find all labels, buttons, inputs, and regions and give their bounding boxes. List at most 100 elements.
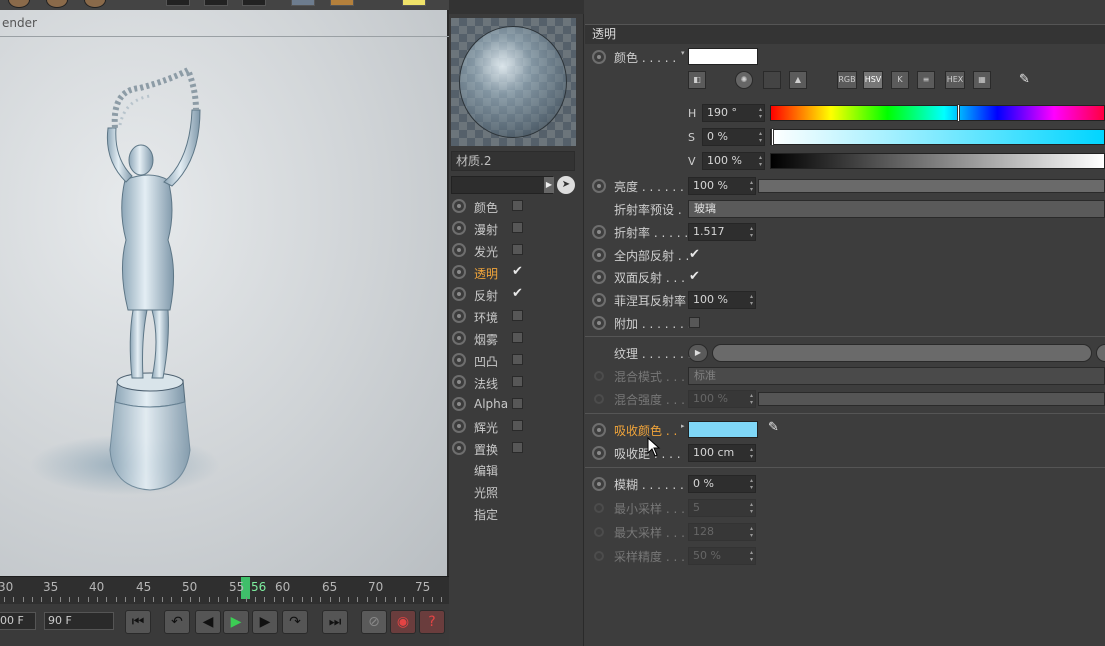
channel-checkbox[interactable]: ✔ bbox=[512, 265, 523, 278]
color-wheel-toggle-icon[interactable]: ◧ bbox=[688, 71, 706, 89]
channel-item[interactable]: 环境 bbox=[449, 305, 584, 327]
previous-key-button[interactable]: ↶ bbox=[164, 610, 190, 634]
channel-radio[interactable] bbox=[452, 287, 466, 301]
color-expand-icon[interactable]: ▾ bbox=[681, 49, 685, 57]
blend-strength-animate-radio[interactable] bbox=[594, 394, 604, 404]
channel-radio[interactable] bbox=[452, 221, 466, 235]
toolbar-camera-icon[interactable] bbox=[166, 0, 190, 6]
color-gradient-icon[interactable] bbox=[763, 71, 781, 89]
channel-radio[interactable] bbox=[452, 265, 466, 279]
channel-checkbox[interactable] bbox=[512, 376, 523, 387]
channel-item[interactable]: 颜色 bbox=[449, 195, 584, 217]
channel-item[interactable]: 烟雾 bbox=[449, 327, 584, 349]
channel-item[interactable]: Alpha bbox=[449, 393, 584, 415]
max-samples-animate-radio[interactable] bbox=[594, 527, 604, 537]
color-image-icon[interactable]: ▲ bbox=[789, 71, 807, 89]
blur-field[interactable]: 0 % bbox=[688, 475, 756, 493]
toolbar-render-settings-icon[interactable] bbox=[84, 0, 106, 8]
channel-radio[interactable] bbox=[452, 375, 466, 389]
toolbar-deformer-icon[interactable] bbox=[330, 0, 354, 6]
hue-field[interactable]: 190 ° bbox=[702, 104, 765, 122]
next-frame-button[interactable]: ▶ bbox=[252, 610, 278, 634]
ior-animate-radio[interactable] bbox=[592, 225, 606, 239]
channel-radio[interactable] bbox=[452, 419, 466, 433]
help-button[interactable]: ? bbox=[419, 610, 445, 634]
max-samples-field[interactable]: 128 bbox=[688, 523, 756, 541]
timeline[interactable]: 30 35 40 45 50 55 56 60 65 70 75 bbox=[0, 576, 449, 604]
additive-animate-radio[interactable] bbox=[592, 316, 606, 330]
brightness-animate-radio[interactable] bbox=[592, 179, 606, 193]
channel-checkbox[interactable] bbox=[512, 332, 523, 343]
total-internal-animate-radio[interactable] bbox=[592, 248, 606, 262]
channel-item[interactable]: 凹凸 bbox=[449, 349, 584, 371]
hue-slider[interactable] bbox=[770, 104, 1105, 122]
color-spectrum-icon[interactable]: ✺ bbox=[735, 71, 753, 89]
channel-radio[interactable] bbox=[452, 441, 466, 455]
start-frame-field[interactable]: 00 F bbox=[0, 612, 36, 630]
kelvin-mode-button[interactable]: K bbox=[891, 71, 909, 89]
record-settings-button[interactable]: ⊘ bbox=[361, 610, 387, 634]
channel-item[interactable]: 反射 ✔ bbox=[449, 283, 584, 305]
hsv-mode-button[interactable]: HSV bbox=[863, 71, 883, 89]
channel-item[interactable]: 发光 bbox=[449, 239, 584, 261]
saturation-slider-handle[interactable] bbox=[771, 128, 774, 146]
value-field[interactable]: 100 % bbox=[702, 152, 765, 170]
channel-checkbox[interactable]: ✔ bbox=[512, 287, 523, 300]
channel-radio[interactable] bbox=[452, 243, 466, 257]
toolbar-render-view-icon[interactable] bbox=[46, 0, 68, 8]
play-button[interactable]: ▶ bbox=[223, 610, 249, 634]
color-swatch[interactable] bbox=[688, 48, 758, 65]
go-to-end-button[interactable]: ⏭ bbox=[322, 610, 348, 634]
blend-mode-dropdown[interactable]: 标准 bbox=[688, 367, 1105, 385]
channel-item[interactable]: 置换 bbox=[449, 437, 584, 459]
eyedropper-icon[interactable]: ✎ bbox=[1019, 72, 1035, 88]
double-sided-checkbox[interactable]: ✔ bbox=[689, 270, 700, 283]
blend-strength-slider[interactable] bbox=[758, 392, 1105, 406]
absorption-distance-field[interactable]: 100 cm bbox=[688, 444, 756, 462]
channel-checkbox[interactable] bbox=[512, 420, 523, 431]
toolbar-light-icon[interactable] bbox=[204, 0, 228, 6]
cursor-icon[interactable]: ➤ bbox=[557, 176, 575, 194]
additive-checkbox[interactable] bbox=[689, 317, 700, 328]
material-name[interactable]: 材质.2 bbox=[451, 151, 575, 171]
brightness-slider[interactable] bbox=[758, 179, 1105, 193]
channel-radio[interactable] bbox=[452, 353, 466, 367]
record-button[interactable]: ◉ bbox=[390, 610, 416, 634]
blend-mode-animate-radio[interactable] bbox=[594, 371, 604, 381]
absorption-expand-icon[interactable]: ▸ bbox=[681, 422, 685, 430]
toolbar-render-icon[interactable] bbox=[8, 0, 30, 8]
material-preview[interactable] bbox=[451, 18, 576, 146]
next-key-button[interactable]: ↷ bbox=[282, 610, 308, 634]
rgb-mode-button[interactable]: RGB bbox=[837, 71, 857, 89]
channel-checkbox[interactable] bbox=[512, 244, 523, 255]
channel-checkbox[interactable] bbox=[512, 354, 523, 365]
blend-strength-field[interactable]: 100 % bbox=[688, 390, 756, 408]
filter-arrow-icon[interactable]: ▶ bbox=[544, 177, 554, 193]
toolbar-scene-icon[interactable] bbox=[242, 0, 266, 6]
accuracy-animate-radio[interactable] bbox=[594, 551, 604, 561]
go-to-start-button[interactable]: ⏮ bbox=[125, 610, 151, 634]
swatch-grid-icon[interactable]: ▦ bbox=[973, 71, 991, 89]
saturation-slider[interactable] bbox=[770, 128, 1105, 146]
channel-item[interactable]: 漫射 bbox=[449, 217, 584, 239]
channel-checkbox[interactable] bbox=[512, 442, 523, 453]
channel-checkbox[interactable] bbox=[512, 310, 523, 321]
channel-checkbox[interactable] bbox=[512, 398, 523, 409]
channel-radio[interactable] bbox=[452, 309, 466, 323]
color-mixer-icon[interactable]: ≡ bbox=[917, 71, 935, 89]
brightness-field[interactable]: 100 % bbox=[688, 177, 756, 195]
value-slider[interactable] bbox=[770, 153, 1105, 169]
channel-radio[interactable] bbox=[452, 199, 466, 213]
toolbar-highlight-icon[interactable] bbox=[402, 0, 426, 6]
fresnel-field[interactable]: 100 % bbox=[688, 291, 756, 309]
fresnel-animate-radio[interactable] bbox=[592, 293, 606, 307]
blur-animate-radio[interactable] bbox=[592, 477, 606, 491]
render-viewport[interactable]: ender bbox=[0, 10, 449, 576]
toolbar-view-icon[interactable] bbox=[291, 0, 315, 6]
channel-item[interactable]: 辉光 bbox=[449, 415, 584, 437]
channel-checkbox[interactable] bbox=[512, 222, 523, 233]
hue-slider-handle[interactable] bbox=[957, 104, 960, 122]
min-samples-animate-radio[interactable] bbox=[594, 503, 604, 513]
hex-mode-button[interactable]: HEX bbox=[945, 71, 965, 89]
accuracy-field[interactable]: 50 % bbox=[688, 547, 756, 565]
